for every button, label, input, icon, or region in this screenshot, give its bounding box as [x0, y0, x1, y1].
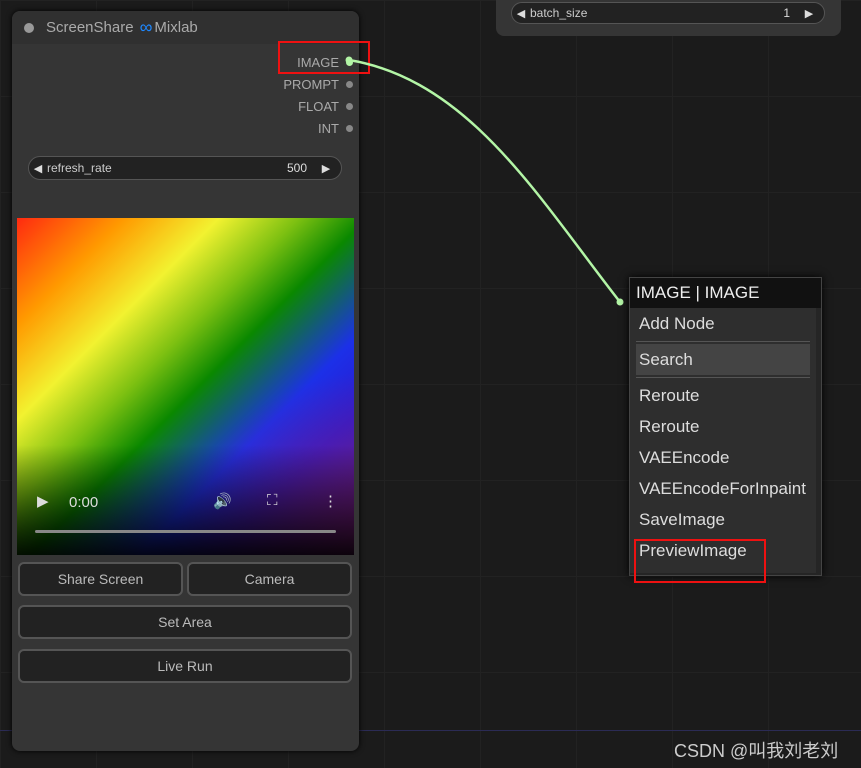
decrement-arrow-icon[interactable]: ◀	[512, 7, 530, 20]
menu-item-reroute[interactable]: Reroute	[630, 380, 816, 411]
fullscreen-icon[interactable]: ⛶	[267, 492, 278, 509]
volume-icon[interactable]: 🔊	[213, 492, 232, 510]
menu-item-saveimage[interactable]: SaveImage	[630, 504, 816, 535]
menu-divider	[636, 341, 810, 342]
menu-item-vaeencode[interactable]: VAEEncode	[630, 442, 816, 473]
increment-arrow-icon[interactable]: ▶	[800, 7, 818, 20]
decrement-arrow-icon[interactable]: ◀	[29, 162, 47, 175]
batch-node[interactable]: ◀ batch_size 1 ▶	[496, 0, 841, 36]
node-header[interactable]: ScreenShare ∞ Mixlab	[12, 11, 359, 44]
output-label: PROMPT	[283, 76, 339, 92]
camera-button[interactable]: Camera	[187, 562, 352, 596]
batch-size-label: batch_size	[530, 6, 588, 20]
live-run-button[interactable]: Live Run	[18, 649, 352, 683]
video-time: 0:00	[69, 494, 99, 511]
output-label: FLOAT	[298, 98, 339, 114]
link-curve	[348, 58, 621, 303]
more-icon[interactable]: ⋮	[323, 492, 338, 510]
watermark: CSDN @叫我刘老刘	[674, 741, 839, 761]
menu-item-search[interactable]: Search	[636, 344, 810, 375]
node-title: ScreenShare	[46, 19, 134, 36]
output-connector-icon[interactable]	[346, 102, 353, 110]
output-prompt[interactable]: PROMPT	[283, 73, 353, 95]
batch-size-widget[interactable]: ◀ batch_size 1 ▶	[511, 2, 825, 24]
video-controls-overlay	[17, 445, 354, 555]
refresh-rate-label: refresh_rate	[47, 161, 112, 175]
menu-title: IMAGE | IMAGE	[630, 278, 821, 308]
link-end-dot	[616, 298, 624, 306]
output-int[interactable]: INT	[283, 117, 353, 139]
increment-arrow-icon[interactable]: ▶	[317, 162, 335, 175]
menu-item-reroute-2[interactable]: Reroute	[630, 411, 816, 442]
refresh-rate-value: 500	[286, 161, 307, 175]
menu-body: Add Node Search Reroute Reroute VAEEncod…	[630, 308, 816, 573]
menu-item-vaeencode-inpaint[interactable]: VAEEncodeForInpaint	[630, 473, 816, 504]
video-preview[interactable]: ▶ 0:00 🔊 ⛶ ⋮	[17, 218, 354, 555]
share-screen-button[interactable]: Share Screen	[18, 562, 183, 596]
screenshare-node[interactable]: ScreenShare ∞ Mixlab IMAGE PROMPT FLOAT …	[12, 11, 359, 751]
infinity-icon: ∞	[139, 17, 153, 37]
batch-size-value: 1	[783, 6, 790, 20]
menu-item-add-node[interactable]: Add Node	[630, 308, 816, 339]
output-float[interactable]: FLOAT	[283, 95, 353, 117]
collapse-dot-icon[interactable]	[24, 22, 34, 33]
refresh-rate-widget[interactable]: ◀ refresh_rate 500 ▶	[28, 156, 342, 180]
set-area-button[interactable]: Set Area	[18, 605, 352, 639]
play-icon[interactable]: ▶	[37, 492, 49, 510]
previewimage-highlight	[634, 539, 766, 583]
output-connector-icon[interactable]	[346, 124, 353, 132]
menu-divider	[636, 377, 810, 378]
node-badge-label: Mixlab	[154, 19, 198, 36]
output-connector-icon[interactable]	[346, 80, 353, 88]
image-output-highlight	[278, 41, 370, 74]
context-menu[interactable]: IMAGE | IMAGE Add Node Search Reroute Re…	[629, 277, 822, 576]
output-label: INT	[318, 120, 339, 136]
video-progress-track[interactable]	[35, 530, 336, 533]
